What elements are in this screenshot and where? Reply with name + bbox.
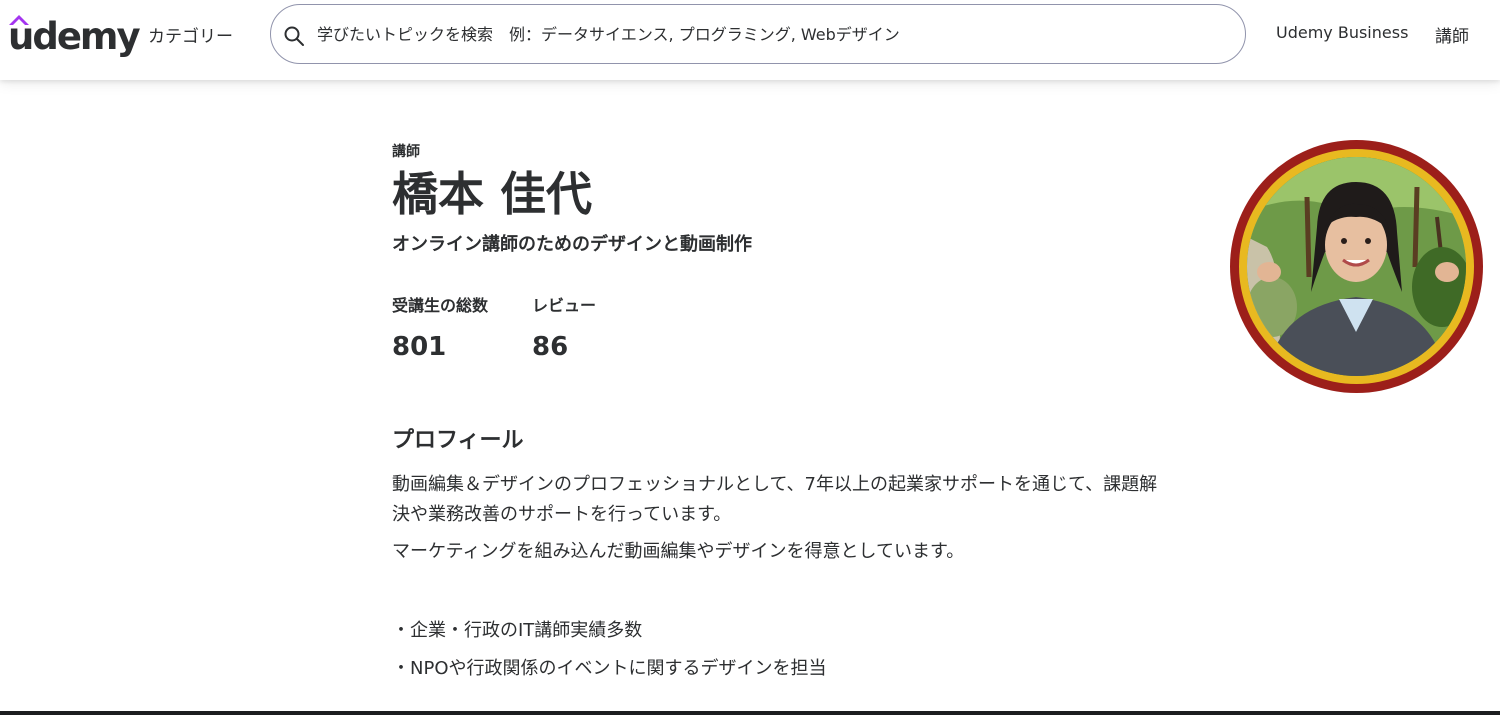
avatar-ring [1239, 149, 1474, 384]
top-header: udemy カテゴリー Udemy Business 講師 [0, 0, 1500, 80]
bio-text: 動画編集＆デザインのプロフェッショナルとして、7年以上の起業家サポートを通じて、… [392, 470, 1162, 574]
stat-value: 801 [392, 332, 447, 362]
udemy-logo[interactable]: udemy [8, 13, 141, 61]
instructor-link[interactable]: 講師 [1435, 22, 1469, 47]
list-item: ・NPOや行政関係のイベントに関するデザインを担当 [392, 658, 827, 679]
bio-paragraph: 動画編集＆デザインのプロフェッショナルとして、7年以上の起業家サポートを通じて、… [392, 474, 1158, 525]
profile-section-title: プロフィール [392, 428, 524, 453]
avatar-portrait-image [1247, 157, 1466, 376]
udemy-business-link[interactable]: Udemy Business [1276, 23, 1408, 42]
stat-value: 86 [532, 332, 569, 362]
achievement-list: ・企業・行政のIT講師実績多数 ・NPOや行政関係のイベントに関するデザインを担… [392, 612, 827, 688]
stat-students: 受講生の総数 801 [392, 292, 488, 362]
avatar-photo [1247, 157, 1466, 376]
search-icon[interactable] [283, 25, 305, 47]
stat-reviews: レビュー 86 [532, 292, 596, 362]
bio-paragraph: マーケティングを組み込んだ動画編集やデザインを得意としています。 [392, 541, 965, 562]
search-bar[interactable] [270, 4, 1246, 64]
bottom-divider [0, 711, 1500, 715]
categories-menu[interactable]: カテゴリー [148, 22, 233, 47]
stat-label: 受講生の総数 [392, 296, 489, 315]
instructor-name: 橋本 佳代 [392, 167, 593, 221]
list-item: ・企業・行政のIT講師実績多数 [392, 620, 643, 641]
stat-label: レビュー [532, 296, 597, 315]
instructor-headline: オンライン講師のためのデザインと動画制作 [392, 234, 752, 255]
search-input[interactable] [317, 15, 1217, 53]
logo-text: udemy [8, 15, 141, 58]
avatar [1230, 140, 1483, 393]
